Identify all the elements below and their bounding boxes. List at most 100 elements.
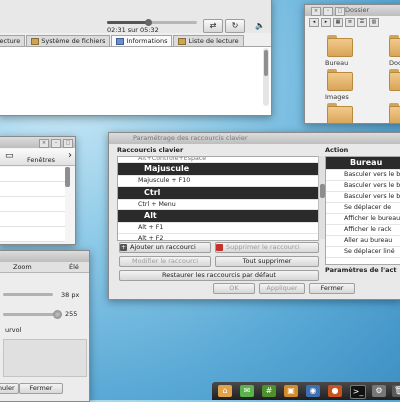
- chat-icon[interactable]: ✉: [240, 385, 254, 397]
- tab-zoom[interactable]: Zoom: [13, 262, 32, 272]
- action-row[interactable]: Afficher le bureau: [326, 214, 400, 225]
- action-row[interactable]: Se déplacer de: [326, 203, 400, 214]
- shortcut-group-header: Ctrl: [118, 186, 318, 200]
- folder-doc[interactable]: [389, 35, 400, 57]
- cancel-button[interactable]: Annuler: [0, 383, 19, 394]
- eye-icon[interactable]: ◉: [306, 385, 320, 397]
- apply-button[interactable]: Appliquer: [259, 283, 305, 294]
- action-row[interactable]: Afficher le rack: [326, 225, 400, 236]
- shortcut-row[interactable]: Ctrl + Menu: [118, 200, 318, 210]
- ok-button[interactable]: OK: [213, 283, 255, 294]
- action-group-header: Bureau: [326, 157, 400, 170]
- window-icon[interactable]: ▣: [284, 385, 298, 397]
- repeat-button[interactable]: ↻: [225, 19, 245, 33]
- playlist-icon: [178, 37, 187, 45]
- columns-view-icon[interactable]: ▥: [369, 18, 379, 27]
- folder-label: Images: [325, 93, 349, 101]
- grid-view-icon[interactable]: ▦: [333, 18, 343, 27]
- scrollbar[interactable]: [263, 48, 269, 106]
- remove-shortcut-button[interactable]: Supprimer le raccourci: [215, 242, 319, 253]
- actions-header: Action: [325, 146, 349, 154]
- list-item[interactable]: [0, 167, 65, 182]
- back-icon[interactable]: ◂: [309, 18, 319, 27]
- actions-pane: Action Bureau Basculer vers le b Basculer …: [325, 146, 400, 295]
- tab-informations[interactable]: Informations: [111, 35, 173, 46]
- delete-all-button[interactable]: Tout supprimer: [215, 256, 319, 267]
- shortcut-row[interactable]: Majuscule + F10: [118, 176, 318, 187]
- scrollbar-thumb[interactable]: [264, 50, 268, 76]
- seek-knob[interactable]: [145, 19, 152, 26]
- slider-knob[interactable]: [53, 310, 62, 319]
- folder-images[interactable]: [327, 69, 353, 91]
- add-shortcut-button[interactable]: + Ajouter un raccourci: [119, 242, 211, 253]
- zoom-tabs: Zoom Élé: [0, 262, 89, 273]
- shortcut-group-header: Majuscule: [118, 163, 318, 176]
- close-button[interactable]: Fermer: [309, 283, 355, 294]
- shortcut-row[interactable]: Alt + F1: [118, 223, 318, 234]
- tab-elements[interactable]: Élé: [69, 262, 79, 272]
- tab-playlist[interactable]: Liste de lecture: [173, 35, 244, 46]
- forward-icon[interactable]: ▸: [321, 18, 331, 27]
- action-row[interactable]: Basculer vers le b: [326, 181, 400, 192]
- terminal-hash-icon[interactable]: #: [262, 385, 276, 397]
- maximize-icon[interactable]: □: [335, 7, 345, 16]
- repeat-icon: ↻: [231, 21, 239, 30]
- tab-fenetres[interactable]: Fenêtres: [27, 156, 55, 164]
- chevron-right-icon[interactable]: ›: [68, 150, 72, 161]
- close-button[interactable]: Fermer: [19, 383, 63, 394]
- list-item[interactable]: [0, 212, 65, 227]
- list-view-icon[interactable]: ≡: [345, 18, 355, 27]
- close-icon[interactable]: ×: [311, 7, 321, 16]
- panel-tab-icon[interactable]: ▭: [5, 151, 14, 161]
- settings-icon[interactable]: ⚙: [372, 385, 386, 397]
- home-folder-icon[interactable]: ⌂: [218, 385, 232, 397]
- size-slider[interactable]: [3, 293, 53, 296]
- maximize-icon[interactable]: □: [63, 139, 73, 148]
- action-row[interactable]: Basculer vers le b: [326, 192, 400, 203]
- list-item[interactable]: [0, 197, 65, 212]
- tab-lecture[interactable]: Lecture: [0, 35, 26, 46]
- tab-filesystem[interactable]: Système de fichiers: [26, 35, 111, 46]
- shuffle-button[interactable]: ⇄: [203, 19, 223, 33]
- opacity-value: 255: [65, 310, 78, 318]
- shortcut-row[interactable]: Alt + F2: [118, 234, 318, 241]
- button-label: Ajouter un raccourci: [130, 243, 196, 251]
- volume-icon[interactable]: 🔈: [255, 21, 265, 30]
- folder-label: Bureau: [325, 59, 349, 67]
- folder-lower-1[interactable]: [327, 103, 353, 123]
- player-content: [0, 46, 271, 115]
- detail-view-icon[interactable]: ☰: [357, 18, 367, 27]
- keyboard-shortcuts-window: Paramétrage des raccourcis clavier Racco…: [108, 132, 400, 300]
- window-buttons: × – □: [39, 139, 73, 148]
- shortcut-group-header: Alt: [118, 210, 318, 223]
- tab-label: Liste de lecture: [188, 37, 239, 45]
- folder-lower-2[interactable]: [389, 103, 400, 123]
- trash-icon[interactable]: 🗑: [392, 385, 400, 397]
- zoom-titlebar: [0, 251, 89, 262]
- firefox-icon[interactable]: ●: [328, 385, 342, 397]
- player-controls: 02:31 sur 05:32 ⇄ ↻ 🔈: [0, 0, 271, 34]
- modify-shortcut-button[interactable]: Modifier le raccourci: [119, 256, 211, 267]
- list-item[interactable]: [0, 227, 65, 242]
- terminal-icon[interactable]: >_: [350, 385, 366, 399]
- minimize-icon[interactable]: –: [51, 139, 61, 148]
- scrollbar-thumb[interactable]: [65, 167, 70, 187]
- panel-settings-window: × – □ ▭ Fenêtres ›: [0, 136, 76, 245]
- tab-label: Informations: [126, 37, 168, 45]
- folder-icon: [31, 37, 40, 45]
- action-row[interactable]: Basculer vers le b: [326, 170, 400, 181]
- list-item[interactable]: [0, 182, 65, 197]
- window-buttons: × – □: [311, 7, 345, 16]
- seek-bar[interactable]: [107, 19, 197, 26]
- file-manager-window: Dossier × – □ ◂ ▸ ▦ ≡ ☰ ▥ Bureau Doc Ima…: [304, 4, 400, 124]
- action-row[interactable]: Se déplacer liné: [326, 247, 400, 258]
- restore-defaults-button[interactable]: Restaurer les raccourcis par défaut: [119, 270, 319, 281]
- player-tabs: Lecture Système de fichiers Informations…: [0, 35, 271, 46]
- opacity-slider[interactable]: [3, 310, 62, 319]
- folder-bureau[interactable]: [327, 35, 353, 57]
- folder-other[interactable]: [389, 69, 400, 91]
- minimize-icon[interactable]: –: [323, 7, 333, 16]
- action-row[interactable]: Aller au bureau: [326, 236, 400, 247]
- close-icon[interactable]: ×: [39, 139, 49, 148]
- size-value: 38 px: [61, 291, 80, 299]
